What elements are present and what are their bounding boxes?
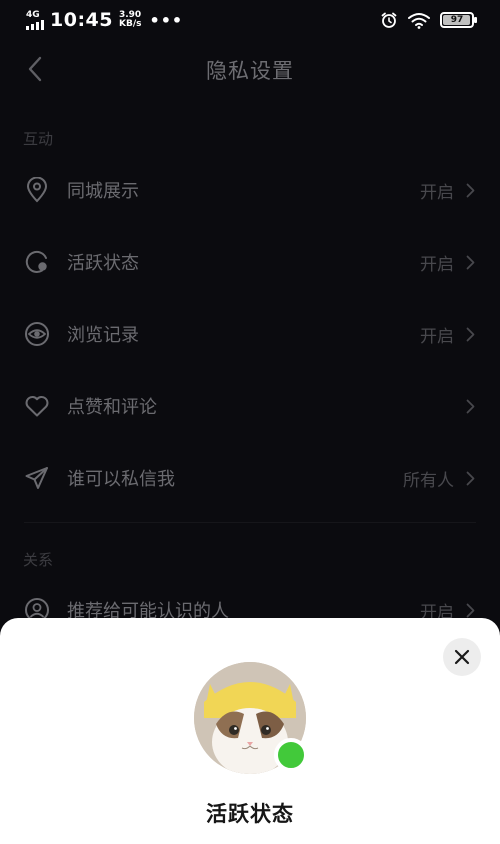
chevron-right-icon [464, 603, 476, 618]
page-title: 隐私设置 [206, 59, 294, 83]
chevron-right-icon [464, 327, 476, 342]
setting-row-who-can-message[interactable]: 谁可以私信我 所有人 [0, 442, 500, 514]
setting-label: 活跃状态 [67, 253, 139, 274]
back-button[interactable] [20, 54, 50, 84]
status-bar: 4G 10:45 3.90 KB/s ••• 97 [0, 0, 500, 40]
chevron-right-icon [464, 471, 476, 486]
setting-label: 浏览记录 [67, 325, 139, 346]
active-status-icon [24, 249, 50, 275]
avatar-container [194, 662, 308, 774]
setting-value: 开启 [420, 326, 454, 347]
setting-label: 同城展示 [67, 181, 139, 202]
setting-row-browsing-history[interactable]: 浏览记录 开启 [0, 298, 500, 370]
back-arrow-icon [28, 56, 42, 82]
setting-label: 谁可以私信我 [67, 469, 175, 490]
network-speed: 3.90 KB/s [119, 11, 141, 29]
cellular-signal: 4G [26, 9, 44, 30]
status-right: 97 [380, 11, 477, 29]
close-icon [454, 649, 470, 665]
clock: 10:45 [50, 9, 113, 31]
nav-bar: 隐私设置 [0, 40, 500, 100]
chevron-right-icon [464, 399, 476, 414]
network-speed-unit: KB/s [118, 19, 142, 29]
section-header-relationship: 关系 [23, 551, 54, 569]
wifi-icon [408, 12, 430, 29]
heart-icon [24, 393, 50, 419]
battery-level: 97 [450, 15, 464, 25]
setting-value: 所有人 [403, 470, 454, 491]
chevron-right-icon [464, 255, 476, 270]
close-button[interactable] [443, 638, 481, 676]
sheet-title: 活跃状态 [206, 802, 294, 826]
chevron-right-icon [464, 183, 476, 198]
status-left: 4G 10:45 3.90 KB/s ••• [26, 9, 183, 31]
eye-icon [24, 321, 50, 347]
location-pin-icon [24, 177, 50, 203]
active-status-sheet: 活跃状态 [0, 618, 500, 844]
more-notifications-icon: ••• [149, 10, 184, 30]
setting-row-active-status[interactable]: 活跃状态 开启 [0, 226, 500, 298]
network-type: 4G [26, 9, 40, 20]
setting-row-nearby-display[interactable]: 同城展示 开启 [0, 154, 500, 226]
section-divider [24, 522, 476, 523]
send-icon [24, 465, 50, 491]
setting-label: 点赞和评论 [67, 397, 157, 418]
section-header-interaction: 互动 [23, 130, 54, 148]
setting-value: 开启 [420, 182, 454, 203]
battery-icon: 97 [440, 12, 477, 28]
signal-bars-icon [26, 19, 44, 30]
online-status-dot [274, 738, 308, 772]
setting-row-likes-comments[interactable]: 点赞和评论 [0, 370, 500, 442]
alarm-icon [381, 12, 397, 28]
setting-value: 开启 [420, 254, 454, 275]
